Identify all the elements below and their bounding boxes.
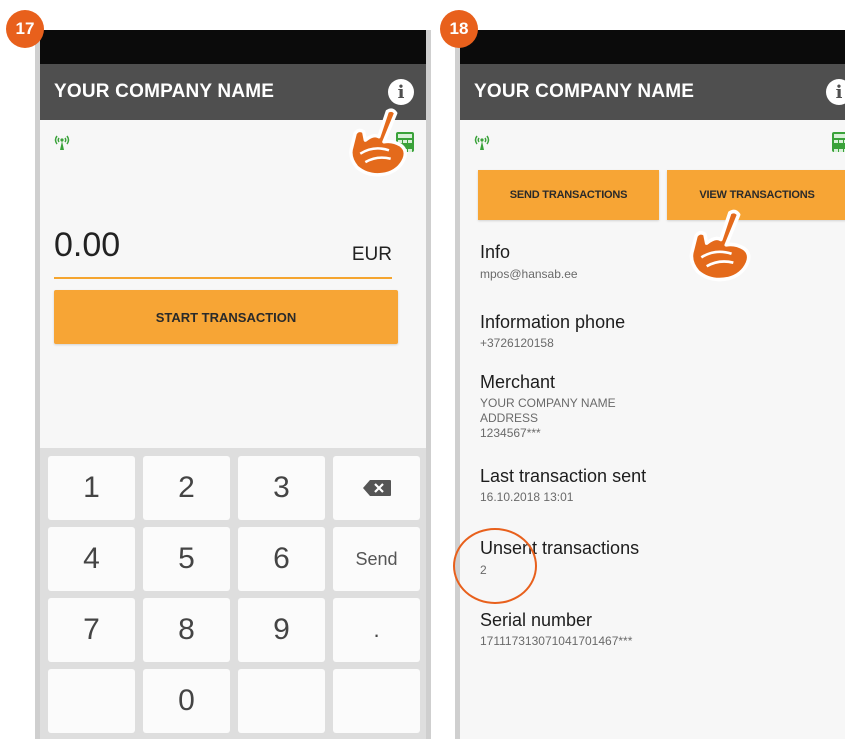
key-0[interactable]: 0 [143,669,230,733]
backspace-icon [362,480,391,496]
key-3[interactable]: 3 [238,456,325,520]
key-2[interactable]: 2 [143,456,230,520]
key-decimal[interactable]: . [333,598,420,662]
step-badge-17: 17 [6,10,44,48]
serial-value: 171117313071041701467*** [480,634,633,648]
app-title: YOUR COMPANY NAME [54,81,275,102]
key-8[interactable]: 8 [143,598,230,662]
key-4[interactable]: 4 [48,527,135,591]
key-backspace[interactable] [333,456,420,520]
pointing-hand-icon [689,209,751,282]
last-sent-label: Last transaction sent [480,466,647,486]
serial-label: Serial number [480,610,593,630]
highlight-circle [453,528,537,604]
app-title: YOUR COMPANY NAME [474,81,695,102]
merchant-id: 1234567*** [480,426,541,440]
status-bar [40,30,426,64]
key-blank-mid [238,669,325,733]
info-icon[interactable]: i [826,79,845,105]
info-value: mpos@hansab.ee [480,267,578,281]
last-sent-value: 16.10.2018 13:01 [480,490,574,504]
pointing-hand-icon [349,108,407,177]
amount-underline [54,277,392,279]
currency-label: EUR [351,244,392,265]
key-7[interactable]: 7 [48,598,135,662]
key-6[interactable]: 6 [238,527,325,591]
phone-right: YOUR COMPANY NAME i SEND TRANSACTIONS VI… [455,30,845,739]
key-blank-left [48,669,135,733]
app-bar: YOUR COMPANY NAME i [460,64,845,120]
phone-label: Information phone [480,312,626,332]
key-send[interactable]: Send [333,527,420,591]
key-blank-right [333,669,420,733]
step-badge-18: 18 [440,10,478,48]
status-bar [460,30,845,64]
numeric-keypad: 1 2 3 4 5 6 Send 7 8 9 . 0 [40,448,426,739]
send-transactions-button[interactable]: SEND TRANSACTIONS [478,170,659,220]
key-9[interactable]: 9 [238,598,325,662]
merchant-name: YOUR COMPANY NAME [480,396,616,410]
calculator-icon[interactable] [832,132,845,152]
merchant-label: Merchant [480,372,556,392]
phone-value: +3726120158 [480,336,554,350]
info-label: Info [480,242,511,262]
key-1[interactable]: 1 [48,456,135,520]
screen-info: YOUR COMPANY NAME i SEND TRANSACTIONS VI… [460,30,845,739]
key-5[interactable]: 5 [143,527,230,591]
start-transaction-button[interactable]: START TRANSACTION [54,290,398,344]
amount-display[interactable]: 0.00 [54,226,120,265]
signal-icon [474,135,490,150]
signal-icon [54,135,70,150]
merchant-address: ADDRESS [480,411,539,425]
